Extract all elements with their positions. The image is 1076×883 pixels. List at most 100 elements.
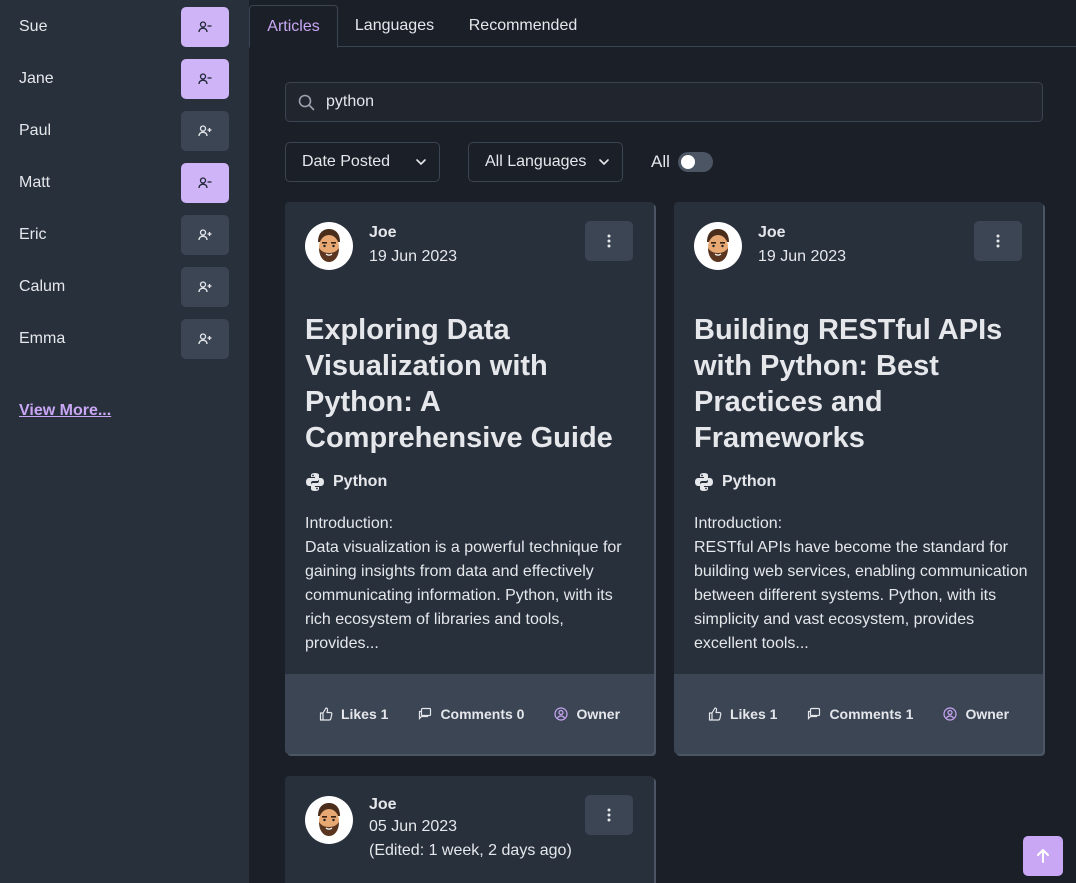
excerpt-body: RESTful APIs have become the standard fo… [694, 539, 1028, 652]
language-name: Python [333, 473, 388, 490]
post-date: 19 Jun 2023 [369, 248, 458, 265]
author-name[interactable]: Joe [758, 224, 786, 242]
avatar[interactable] [305, 222, 353, 270]
language-select-value: All Languages [485, 153, 587, 170]
avatar[interactable] [694, 222, 742, 270]
article-card[interactable]: Joe 05 Jun 2023 (Edited: 1 week, 2 days … [285, 776, 654, 883]
sidebar-user-matt: Matt [19, 163, 229, 203]
user-plus-icon [198, 333, 212, 345]
user-name: Calum [19, 278, 66, 295]
sidebar-user-paul: Paul [19, 111, 229, 151]
all-toggle-label: All [651, 152, 670, 171]
comments-icon [808, 707, 821, 720]
search-box [285, 82, 1043, 122]
comments-count: Comments 0 [440, 706, 525, 722]
user-name: Paul [19, 122, 52, 139]
language-name: Python [722, 473, 777, 490]
sidebar-user-eric: Eric [19, 215, 229, 255]
user-plus-icon [198, 125, 212, 137]
edited-note: (Edited: 1 week, 2 days ago) [369, 842, 572, 859]
user-name: Emma [19, 330, 66, 347]
post-date: 19 Jun 2023 [758, 248, 847, 265]
card-menu-button[interactable] [585, 795, 633, 835]
excerpt-body: Data visualization is a powerful techniq… [305, 539, 622, 652]
python-logo-icon [306, 473, 324, 491]
sidebar-user-calum: Calum [19, 267, 229, 307]
python-logo-icon [695, 473, 713, 491]
thumbs-up-icon [319, 707, 333, 721]
article-card[interactable]: Joe 19 Jun 2023 Building RESTful APIs wi… [674, 202, 1043, 754]
card-menu-button[interactable] [974, 221, 1022, 261]
card-menu-button[interactable] [585, 221, 633, 261]
scroll-to-top-button[interactable] [1023, 836, 1063, 876]
view-more-link[interactable]: View More... [19, 402, 111, 420]
post-date: 05 Jun 2023 [369, 818, 458, 835]
tab-articles[interactable]: Articles [249, 5, 338, 48]
sidebar-user-emma: Emma [19, 319, 229, 359]
tab-recommended[interactable]: Recommended [451, 5, 595, 47]
excerpt-intro: Introduction: [694, 515, 783, 532]
user-name: Jane [19, 70, 54, 87]
likes-count: Likes 1 [729, 706, 778, 722]
user-name: Matt [19, 174, 51, 191]
likes-button[interactable]: Likes 1 [708, 706, 777, 722]
likes-button[interactable]: Likes 1 [319, 706, 388, 722]
article-excerpt: Introduction: RESTful APIs have become t… [694, 512, 1029, 656]
language-tag[interactable]: Python [305, 472, 387, 492]
sidebar: Sue Jane Paul Matt Eric Calum Emma View … [0, 0, 249, 883]
owner-badge: Owner [943, 706, 1009, 722]
all-toggle[interactable] [678, 152, 713, 172]
tab-bar: Articles Languages Recommended [249, 0, 1076, 48]
likes-count: Likes 1 [340, 706, 389, 722]
author-name[interactable]: Joe [369, 796, 397, 814]
user-minus-icon [198, 73, 212, 85]
user-circle-icon [943, 707, 958, 721]
user-minus-icon [198, 21, 212, 33]
kebab-menu-icon [607, 234, 611, 248]
avatar[interactable] [305, 796, 353, 844]
tab-languages[interactable]: Languages [338, 5, 451, 47]
card-footer: Likes 1 Comments 1 Owner [674, 674, 1043, 754]
user-name: Eric [19, 226, 47, 243]
comments-button[interactable]: Comments 1 [807, 706, 913, 722]
search-input[interactable] [326, 93, 1006, 111]
sort-select-value: Date Posted [302, 153, 391, 170]
article-title[interactable]: Building RESTful APIs with Python: Best … [694, 312, 1024, 456]
user-plus-icon [198, 281, 212, 293]
user-plus-icon [198, 229, 212, 241]
comments-icon [419, 707, 432, 720]
sidebar-user-jane: Jane [19, 59, 229, 99]
unfollow-button[interactable] [181, 7, 229, 47]
article-title[interactable]: Exploring Data Visualization with Python… [305, 312, 635, 456]
comments-button[interactable]: Comments 0 [418, 706, 524, 722]
toggle-knob [681, 155, 695, 169]
arrow-up-icon [1037, 849, 1049, 863]
user-name: Sue [19, 18, 48, 35]
article-card[interactable]: Joe 19 Jun 2023 Exploring Data Visualiza… [285, 202, 654, 754]
author-name[interactable]: Joe [369, 224, 397, 242]
comments-count: Comments 1 [829, 706, 914, 722]
chevron-down-icon [416, 159, 426, 166]
follow-button[interactable] [181, 319, 229, 359]
unfollow-button[interactable] [181, 59, 229, 99]
excerpt-intro: Introduction: [305, 515, 394, 532]
follow-button[interactable] [181, 267, 229, 307]
user-minus-icon [198, 177, 212, 189]
owner-badge: Owner [554, 706, 620, 722]
card-footer: Likes 1 Comments 0 Owner [285, 674, 654, 754]
follow-button[interactable] [181, 111, 229, 151]
user-circle-icon [554, 707, 569, 721]
search-icon [286, 94, 326, 111]
sort-select[interactable]: Date Posted [285, 142, 440, 182]
article-excerpt: Introduction: Data visualization is a po… [305, 512, 640, 656]
unfollow-button[interactable] [181, 163, 229, 203]
thumbs-up-icon [708, 707, 722, 721]
owner-label: Owner [965, 706, 1010, 722]
language-select[interactable]: All Languages [468, 142, 623, 182]
owner-label: Owner [576, 706, 621, 722]
kebab-menu-icon [607, 808, 611, 822]
kebab-menu-icon [996, 234, 1000, 248]
chevron-down-icon [599, 159, 609, 166]
follow-button[interactable] [181, 215, 229, 255]
language-tag[interactable]: Python [694, 472, 776, 492]
